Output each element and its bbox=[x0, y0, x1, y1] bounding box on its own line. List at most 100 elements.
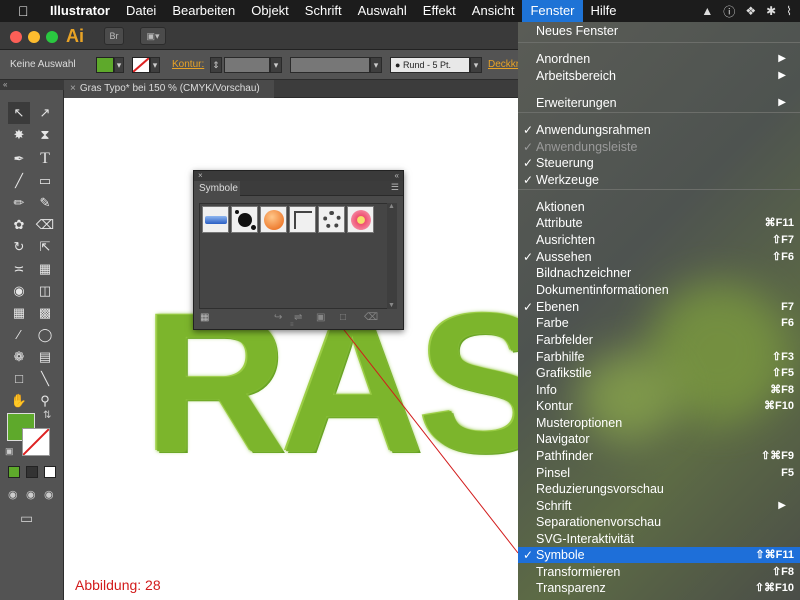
direct-selection-tool-icon[interactable]: ↗ bbox=[34, 102, 56, 124]
menu-item-musteroptionen[interactable]: Musteroptionen bbox=[518, 415, 800, 431]
menu-item-farbfelder[interactable]: Farbfelder bbox=[518, 332, 800, 348]
blob-brush-tool-icon[interactable]: ✿ bbox=[8, 214, 30, 236]
default-colors-icon[interactable]: ▣ bbox=[5, 446, 14, 457]
variable-width-profile[interactable] bbox=[290, 57, 370, 73]
menu-item-neues-fenster[interactable]: Neues Fenster bbox=[518, 23, 800, 39]
menu-item-steuerung[interactable]: ✓ Steuerung bbox=[518, 155, 800, 171]
selection-tool-icon[interactable]: ↖ bbox=[8, 102, 30, 124]
menu-fenster[interactable]: Fenster bbox=[522, 0, 583, 22]
blend-tool-icon[interactable]: ◯ bbox=[34, 324, 56, 346]
eyedropper-tool-icon[interactable]: ⁄ bbox=[8, 324, 30, 346]
scale-tool-icon[interactable]: ⇱ bbox=[34, 236, 56, 258]
fill-color-swatch[interactable] bbox=[96, 57, 114, 73]
menu-bearbeiten[interactable]: Bearbeiten bbox=[164, 0, 243, 22]
menu-item-anwendungsleiste[interactable]: ✓ Anwendungsleiste bbox=[518, 139, 800, 155]
collapse-panel-icon[interactable]: « bbox=[395, 171, 399, 181]
menu-item-symbole[interactable]: ✓ Symbole ⇧⌘F11 bbox=[518, 547, 800, 563]
pen-tool-icon[interactable]: ✒ bbox=[8, 148, 30, 170]
minimize-window-button[interactable] bbox=[28, 31, 40, 43]
zoom-window-button[interactable] bbox=[46, 31, 58, 43]
bridge-button[interactable]: Br bbox=[104, 27, 124, 45]
rectangle-tool-icon[interactable]: ▭ bbox=[34, 170, 56, 192]
color-mode-button[interactable] bbox=[8, 466, 20, 478]
symbol-sprayer-tool-icon[interactable]: ❁ bbox=[8, 346, 30, 368]
menu-item-bildnachzeichner[interactable]: Bildnachzeichner bbox=[518, 265, 800, 281]
menu-item-farbe[interactable]: Farbe F6 bbox=[518, 315, 800, 331]
symbol-orange-button[interactable] bbox=[260, 206, 287, 233]
menu-item-transparenz[interactable]: Transparenz ⇧⌘F10 bbox=[518, 580, 800, 596]
mesh-tool-icon[interactable]: ▦ bbox=[8, 302, 30, 324]
symbol-corner-pattern[interactable] bbox=[289, 206, 316, 233]
artboard-tool-icon[interactable]: □ bbox=[8, 368, 30, 390]
gradient-mode-button[interactable] bbox=[26, 466, 38, 478]
type-tool-icon[interactable]: T bbox=[34, 148, 56, 170]
menu-app[interactable]: Illustrator bbox=[42, 0, 118, 22]
hand-tool-icon[interactable]: ✋ bbox=[8, 390, 30, 412]
menu-item-grafikstile[interactable]: Grafikstile ⇧F5 bbox=[518, 365, 800, 381]
symbols-tab[interactable]: Symbole bbox=[194, 181, 240, 196]
perspective-grid-tool-icon[interactable]: ◫ bbox=[34, 280, 56, 302]
dropbox-icon[interactable]: ❖ bbox=[745, 4, 756, 18]
menu-item-erweiterungen[interactable]: Erweiterungen ▶ bbox=[518, 95, 800, 111]
arrange-documents-button[interactable]: ▣▾ bbox=[140, 27, 166, 45]
menu-item-reduzierungsvorschau[interactable]: Reduzierungsvorschau bbox=[518, 481, 800, 497]
kontur-label[interactable]: Kontur: bbox=[172, 59, 204, 70]
opacity-label[interactable]: Deckkr bbox=[488, 59, 519, 70]
stroke-color-swatch[interactable] bbox=[132, 57, 150, 73]
menu-item-aussehen[interactable]: ✓ Aussehen ⇧F6 bbox=[518, 249, 800, 265]
menu-item-transformieren[interactable]: Transformieren ⇧F8 bbox=[518, 564, 800, 580]
gradient-tool-icon[interactable]: ▩ bbox=[34, 302, 56, 324]
menu-ansicht[interactable]: Ansicht bbox=[464, 0, 523, 22]
none-mode-button[interactable] bbox=[44, 466, 56, 478]
screen-mode-icon[interactable]: ▭ bbox=[20, 510, 33, 527]
paintbrush-tool-icon[interactable]: ✏ bbox=[8, 192, 30, 214]
delete-symbol-icon[interactable]: ⌫ bbox=[364, 312, 378, 323]
menu-item-separationenvorschau[interactable]: Separationenvorschau bbox=[518, 514, 800, 530]
stroke-weight-dropdown[interactable]: ▾ bbox=[270, 57, 282, 73]
profile-dropdown[interactable]: ▾ bbox=[370, 57, 382, 73]
brush-dropdown[interactable]: ▾ bbox=[470, 57, 482, 73]
symbol-blue-banner[interactable] bbox=[202, 206, 229, 233]
stroke-color-box[interactable] bbox=[22, 428, 50, 456]
menu-item-anordnen[interactable]: Anordnen ▶ bbox=[518, 51, 800, 67]
menu-item-navigator[interactable]: Navigator bbox=[518, 431, 800, 447]
menu-item-dokumentinformationen[interactable]: Dokumentinformationen bbox=[518, 282, 800, 298]
close-tab-icon[interactable]: × bbox=[70, 83, 76, 94]
menu-item-svg-interaktivität[interactable]: SVG-Interaktivität bbox=[518, 531, 800, 547]
eraser-tool-icon[interactable]: ⌫ bbox=[34, 214, 56, 236]
menu-item-arbeitsbereich[interactable]: Arbeitsbereich ▶ bbox=[518, 68, 800, 84]
width-tool-icon[interactable]: ≍ bbox=[8, 258, 30, 280]
close-panel-icon[interactable]: × bbox=[198, 171, 203, 181]
symbol-libraries-icon[interactable]: ▦ bbox=[200, 312, 209, 323]
symbol-options-icon[interactable]: ▣ bbox=[316, 312, 325, 323]
panel-scrollbar[interactable]: ▲ ▼ bbox=[387, 203, 397, 309]
notification-icon[interactable]: ▲ bbox=[701, 4, 713, 18]
brush-definition[interactable]: ● Rund - 5 Pt. bbox=[390, 57, 470, 73]
shape-builder-tool-icon[interactable]: ◉ bbox=[8, 280, 30, 302]
menu-item-info[interactable]: Info ⌘F8 bbox=[518, 382, 800, 398]
menu-item-farbhilfe[interactable]: Farbhilfe ⇧F3 bbox=[518, 349, 800, 365]
symbol-pink-flower[interactable] bbox=[347, 206, 374, 233]
line-tool-icon[interactable]: ╱ bbox=[8, 170, 30, 192]
menu-item-attribute[interactable]: Attribute ⌘F11 bbox=[518, 215, 800, 231]
stroke-weight-stepper[interactable]: ⇕ bbox=[210, 57, 222, 73]
menu-item-schrift[interactable]: Schrift ▶ bbox=[518, 498, 800, 514]
menu-item-anwendungsrahmen[interactable]: ✓ Anwendungsrahmen bbox=[518, 122, 800, 138]
menu-item-pinsel[interactable]: Pinsel F5 bbox=[518, 465, 800, 481]
menu-effekt[interactable]: Effekt bbox=[415, 0, 464, 22]
new-symbol-icon[interactable]: □ bbox=[340, 312, 346, 323]
menu-item-pathfinder[interactable]: Pathfinder ⇧⌘F9 bbox=[518, 448, 800, 464]
column-graph-tool-icon[interactable]: ▤ bbox=[34, 346, 56, 368]
close-window-button[interactable] bbox=[10, 31, 22, 43]
draw-inside-icon[interactable]: ◉ bbox=[44, 488, 54, 501]
info-icon[interactable]: ⓘ bbox=[723, 3, 735, 20]
document-tab[interactable]: × Gras Typo* bei 150 % (CMYK/Vorschau) bbox=[64, 80, 274, 98]
wifi-icon[interactable]: ⌇ bbox=[786, 4, 792, 18]
fill-dropdown[interactable]: ▾ bbox=[114, 57, 124, 73]
lasso-tool-icon[interactable]: ⧗ bbox=[34, 124, 56, 146]
menu-item-aktionen[interactable]: Aktionen bbox=[518, 199, 800, 215]
apple-icon[interactable]:  bbox=[18, 3, 38, 19]
menu-schrift[interactable]: Schrift bbox=[297, 0, 350, 22]
menu-datei[interactable]: Datei bbox=[118, 0, 164, 22]
swap-colors-icon[interactable]: ⇅ bbox=[43, 410, 51, 421]
